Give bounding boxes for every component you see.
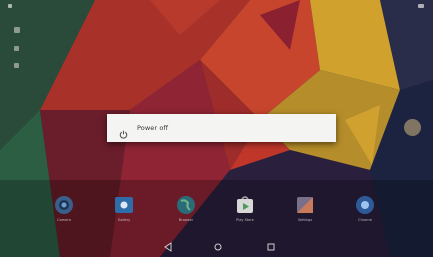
battery-icon [418,4,424,8]
globe-icon [177,196,195,214]
app-camera[interactable]: Camera [46,192,82,228]
app-label: Gallery [117,218,131,222]
navigation-bar [0,238,433,257]
power-menu-dialog: Power off [107,114,336,142]
app-label: Play Store [236,218,254,222]
app-dock: Camera Gallery Browser Play Store Settin… [0,192,433,232]
status-bar [0,0,433,12]
shortcut-icon[interactable] [14,27,20,33]
app-label: Browser [178,218,194,222]
power-icon[interactable] [119,124,128,139]
back-icon[interactable] [162,242,174,252]
app-label: Settings [297,218,313,222]
home-icon[interactable] [212,242,224,252]
shortcut-icon[interactable] [14,63,19,68]
app-gallery[interactable]: Gallery [106,192,142,228]
app-browser[interactable]: Browser [168,192,204,228]
home-screen: Power off Camera Gallery Browser Play St… [0,0,433,257]
app-label: Camera [57,218,71,222]
app-settings[interactable]: Settings [287,192,323,228]
shortcut-icon[interactable] [14,46,19,51]
app-play-store[interactable]: Play Store [227,192,263,228]
camera-icon [55,196,73,214]
assistant-button[interactable] [404,119,421,136]
settings-icon [297,197,313,213]
power-off-option[interactable]: Power off [137,124,168,132]
chrome-icon [356,196,374,214]
notification-icon [8,4,12,8]
app-label: Chrome [358,218,372,222]
store-icon [237,196,253,213]
recents-icon[interactable] [265,242,277,252]
gallery-icon [115,197,133,213]
app-chrome[interactable]: Chrome [347,192,383,228]
